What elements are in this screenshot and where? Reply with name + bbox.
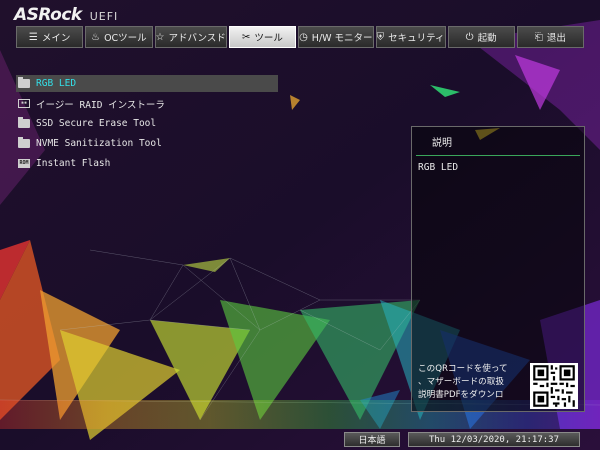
tab-advanced[interactable]: ☆ アドバンスド [154,26,227,48]
qr-line: このQRコードを使って [418,364,508,374]
tab-exit[interactable]: ⎗ 退出 [516,26,585,48]
folder-icon [18,117,30,128]
menu-item-label: SSD Secure Erase Tool [36,118,157,129]
tab-main[interactable]: ☰ メイン [16,26,84,48]
monitor-icon: ◷ [299,31,308,43]
menu-item-label: Instant Flash [36,158,111,169]
tab-oc-tweaker[interactable]: ♨ OCツール [85,26,153,48]
rom-icon: ROM [18,159,30,168]
product-name: UEFI [89,10,119,23]
tab-hw-monitor[interactable]: ◷ H/W モニター [298,26,374,48]
menu-item-ssd-secure-erase[interactable]: SSD Secure Erase Tool [16,115,278,132]
qr-line: 説明書PDFをダウンロ [418,390,504,400]
raid-icon: ▪▪ [18,99,30,108]
tab-label: セキュリティ [388,33,445,44]
tab-label: OCツール [104,33,147,44]
tab-tool[interactable]: ✂ ツール [228,26,297,48]
asrock-logo: ASRock UEFI [14,5,118,25]
star-icon: ☆ [155,31,165,43]
main-tab-bar: ☰ メイン ♨ OCツール ☆ アドバンスド ✂ ツール ◷ H/W モニター ⛨ セキュリ… [16,26,585,48]
menu-item-rgb-led[interactable]: RGB LED [16,75,278,92]
description-text: RGB LED [418,162,459,173]
brand-name: ASRock [14,5,82,25]
qr-line: 、マザーボードの取扱 [418,377,504,387]
flame-icon: ♨ [91,31,101,43]
menu-item-nvme-sanitization[interactable]: NVME Sanitization Tool [16,135,278,152]
status-bar: 日本語 Thu 12/03/2020, 21:17:37 [0,429,600,450]
menu-item-easy-raid-installer[interactable]: ▪▪ イージー RAID インストーラ [16,95,278,112]
qr-instructions: このQRコードを使って 、マザーボードの取扱 説明書PDFをダウンロ [418,363,508,402]
folder-icon [18,137,30,148]
menu-item-label: RGB LED [36,78,77,89]
folder-icon [18,77,30,88]
menu-item-label: NVME Sanitization Tool [36,138,162,149]
exit-icon: ⎗ [534,31,543,43]
tab-security[interactable]: ⛨ セキュリティ [375,26,446,48]
list-icon: ☰ [28,31,38,43]
tab-label: 退出 [546,33,566,44]
tool-menu-list: RGB LED ▪▪ イージー RAID インストーラ SSD Secure E… [16,75,278,175]
power-icon: ⏻ [465,31,474,43]
system-clock: Thu 12/03/2020, 21:17:37 [408,432,580,447]
language-button[interactable]: 日本語 [344,432,400,447]
description-title: 説明 [432,137,452,149]
menu-item-instant-flash[interactable]: ROM Instant Flash [16,155,278,172]
tab-label: 起動 [477,33,497,44]
tab-label: アドバンスド [168,33,226,44]
qr-code [530,363,578,409]
tab-label: メイン [41,33,71,44]
tab-label: ツール [254,33,283,44]
tools-icon: ✂ [241,31,251,43]
tab-boot[interactable]: ⏻ 起動 [447,26,515,48]
shield-icon: ⛨ [376,31,385,43]
tab-label: H/W モニター [311,33,373,44]
description-panel: 説明 RGB LED このQRコードを使って 、マザーボードの取扱 説明書PDF… [411,126,585,412]
menu-item-label: イージー RAID インストーラ [36,99,165,111]
